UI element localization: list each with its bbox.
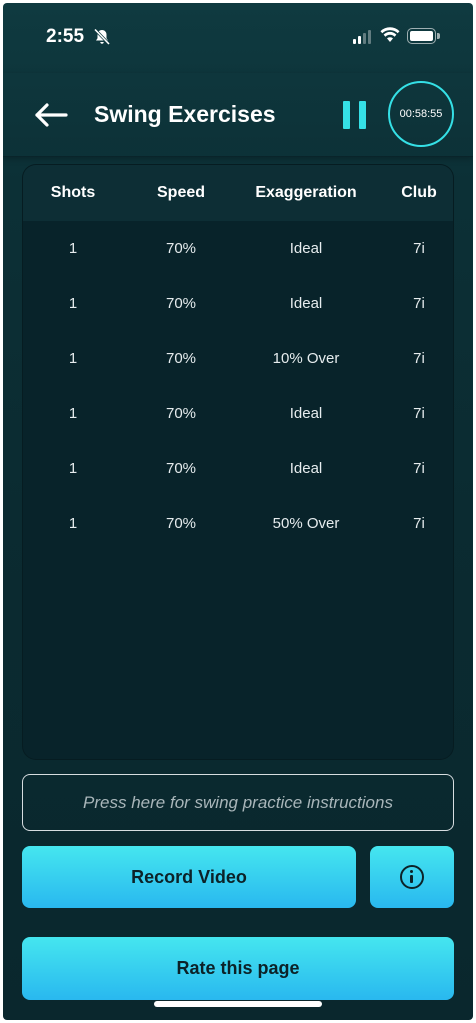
instructions-label: Press here for swing practice instructio… [83, 792, 393, 812]
record-video-label: Record Video [131, 866, 247, 887]
muted-bell-icon [93, 28, 111, 46]
table-header-row: Shots Speed Exaggeration Club [23, 165, 453, 221]
status-time: 2:55 [46, 26, 85, 47]
cellular-signal-icon [353, 30, 371, 44]
back-arrow-icon[interactable] [33, 101, 69, 129]
cell-speed: 70% [165, 240, 197, 257]
page-title: Swing Exercises [94, 101, 276, 127]
cell-shots: 1 [68, 515, 78, 532]
cell-shots: 1 [68, 405, 78, 422]
cell-club: 7i [413, 405, 425, 422]
app-screen: 2:55 Swing Exercises 00:58:55 Shots Spee… [3, 3, 473, 1020]
cell-shots: 1 [68, 240, 78, 257]
rate-page-button[interactable]: Rate this page [22, 937, 454, 1000]
battery-icon [407, 28, 440, 44]
pause-icon [343, 101, 350, 129]
cell-club: 7i [413, 350, 425, 367]
cell-speed: 70% [165, 460, 197, 477]
table-row: 1 70% Ideal 7i [23, 276, 453, 331]
wifi-icon [380, 27, 400, 42]
cell-shots: 1 [68, 460, 78, 477]
table-row: 1 70% Ideal 7i [23, 221, 453, 276]
pause-button[interactable] [343, 101, 369, 129]
table-row: 1 70% Ideal 7i [23, 386, 453, 441]
home-indicator[interactable] [154, 1001, 322, 1007]
column-header-club: Club [401, 184, 437, 201]
cell-speed: 70% [165, 515, 197, 532]
cell-club: 7i [413, 240, 425, 257]
exercise-table: Shots Speed Exaggeration Club 1 70% Idea… [22, 164, 454, 760]
status-bar: 2:55 [3, 3, 473, 73]
column-header-speed: Speed [156, 184, 206, 201]
rate-page-label: Rate this page [176, 958, 300, 978]
cell-speed: 70% [165, 405, 197, 422]
cell-shots: 1 [68, 350, 78, 367]
timer-value: 00:58:55 [399, 108, 443, 120]
column-header-exaggeration: Exaggeration [255, 184, 357, 201]
session-timer: 00:58:55 [388, 81, 454, 147]
record-video-button[interactable]: Record Video [22, 846, 356, 908]
cell-exaggeration: Ideal [289, 405, 323, 422]
header: Swing Exercises 00:58:55 [3, 73, 473, 157]
table-row: 1 70% 50% Over 7i [23, 496, 453, 551]
info-icon [400, 865, 424, 889]
cell-shots: 1 [68, 295, 78, 312]
cell-exaggeration: 50% Over [272, 515, 340, 532]
table-row: 1 70% Ideal 7i [23, 441, 453, 496]
column-header-shots: Shots [50, 184, 96, 201]
cell-exaggeration: Ideal [289, 295, 323, 312]
cell-speed: 70% [165, 295, 197, 312]
cell-club: 7i [413, 460, 425, 477]
cell-club: 7i [413, 515, 425, 532]
swing-instructions-button[interactable]: Press here for swing practice instructio… [22, 774, 454, 831]
cell-exaggeration: Ideal [289, 460, 323, 477]
cell-club: 7i [413, 295, 425, 312]
info-button[interactable] [370, 846, 454, 908]
table-row: 1 70% 10% Over 7i [23, 331, 453, 386]
cell-exaggeration: 10% Over [272, 350, 340, 367]
cell-speed: 70% [165, 350, 197, 367]
cell-exaggeration: Ideal [289, 240, 323, 257]
